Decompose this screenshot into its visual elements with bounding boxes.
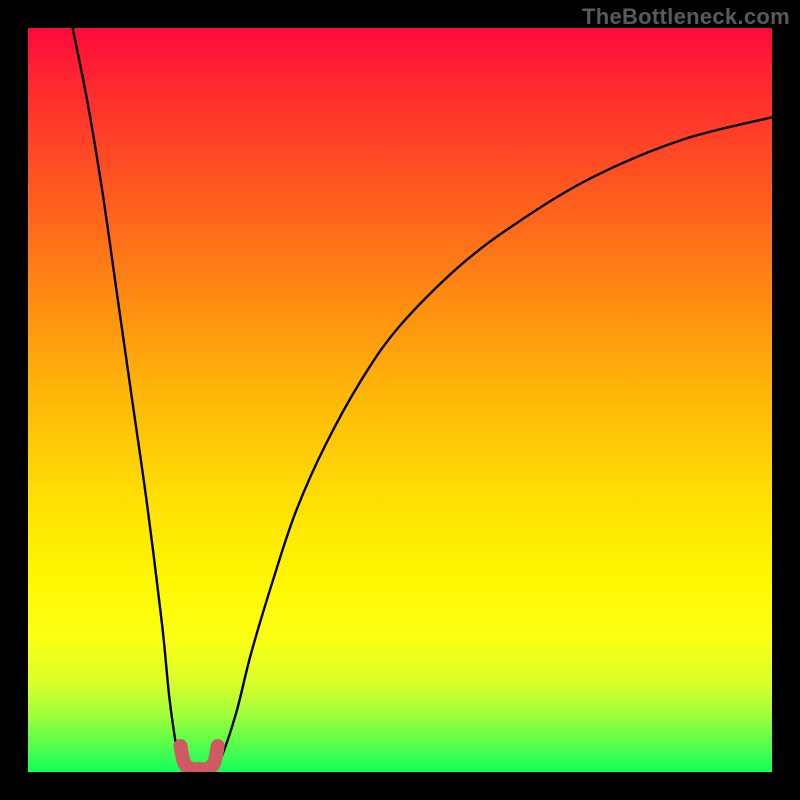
valley-marker — [181, 746, 218, 770]
plot-area — [28, 28, 772, 772]
curve-left — [73, 28, 185, 768]
curve-layer — [28, 28, 772, 772]
chart-frame: TheBottleneck.com — [0, 0, 800, 800]
curve-right — [214, 117, 772, 768]
watermark-text: TheBottleneck.com — [582, 4, 790, 30]
